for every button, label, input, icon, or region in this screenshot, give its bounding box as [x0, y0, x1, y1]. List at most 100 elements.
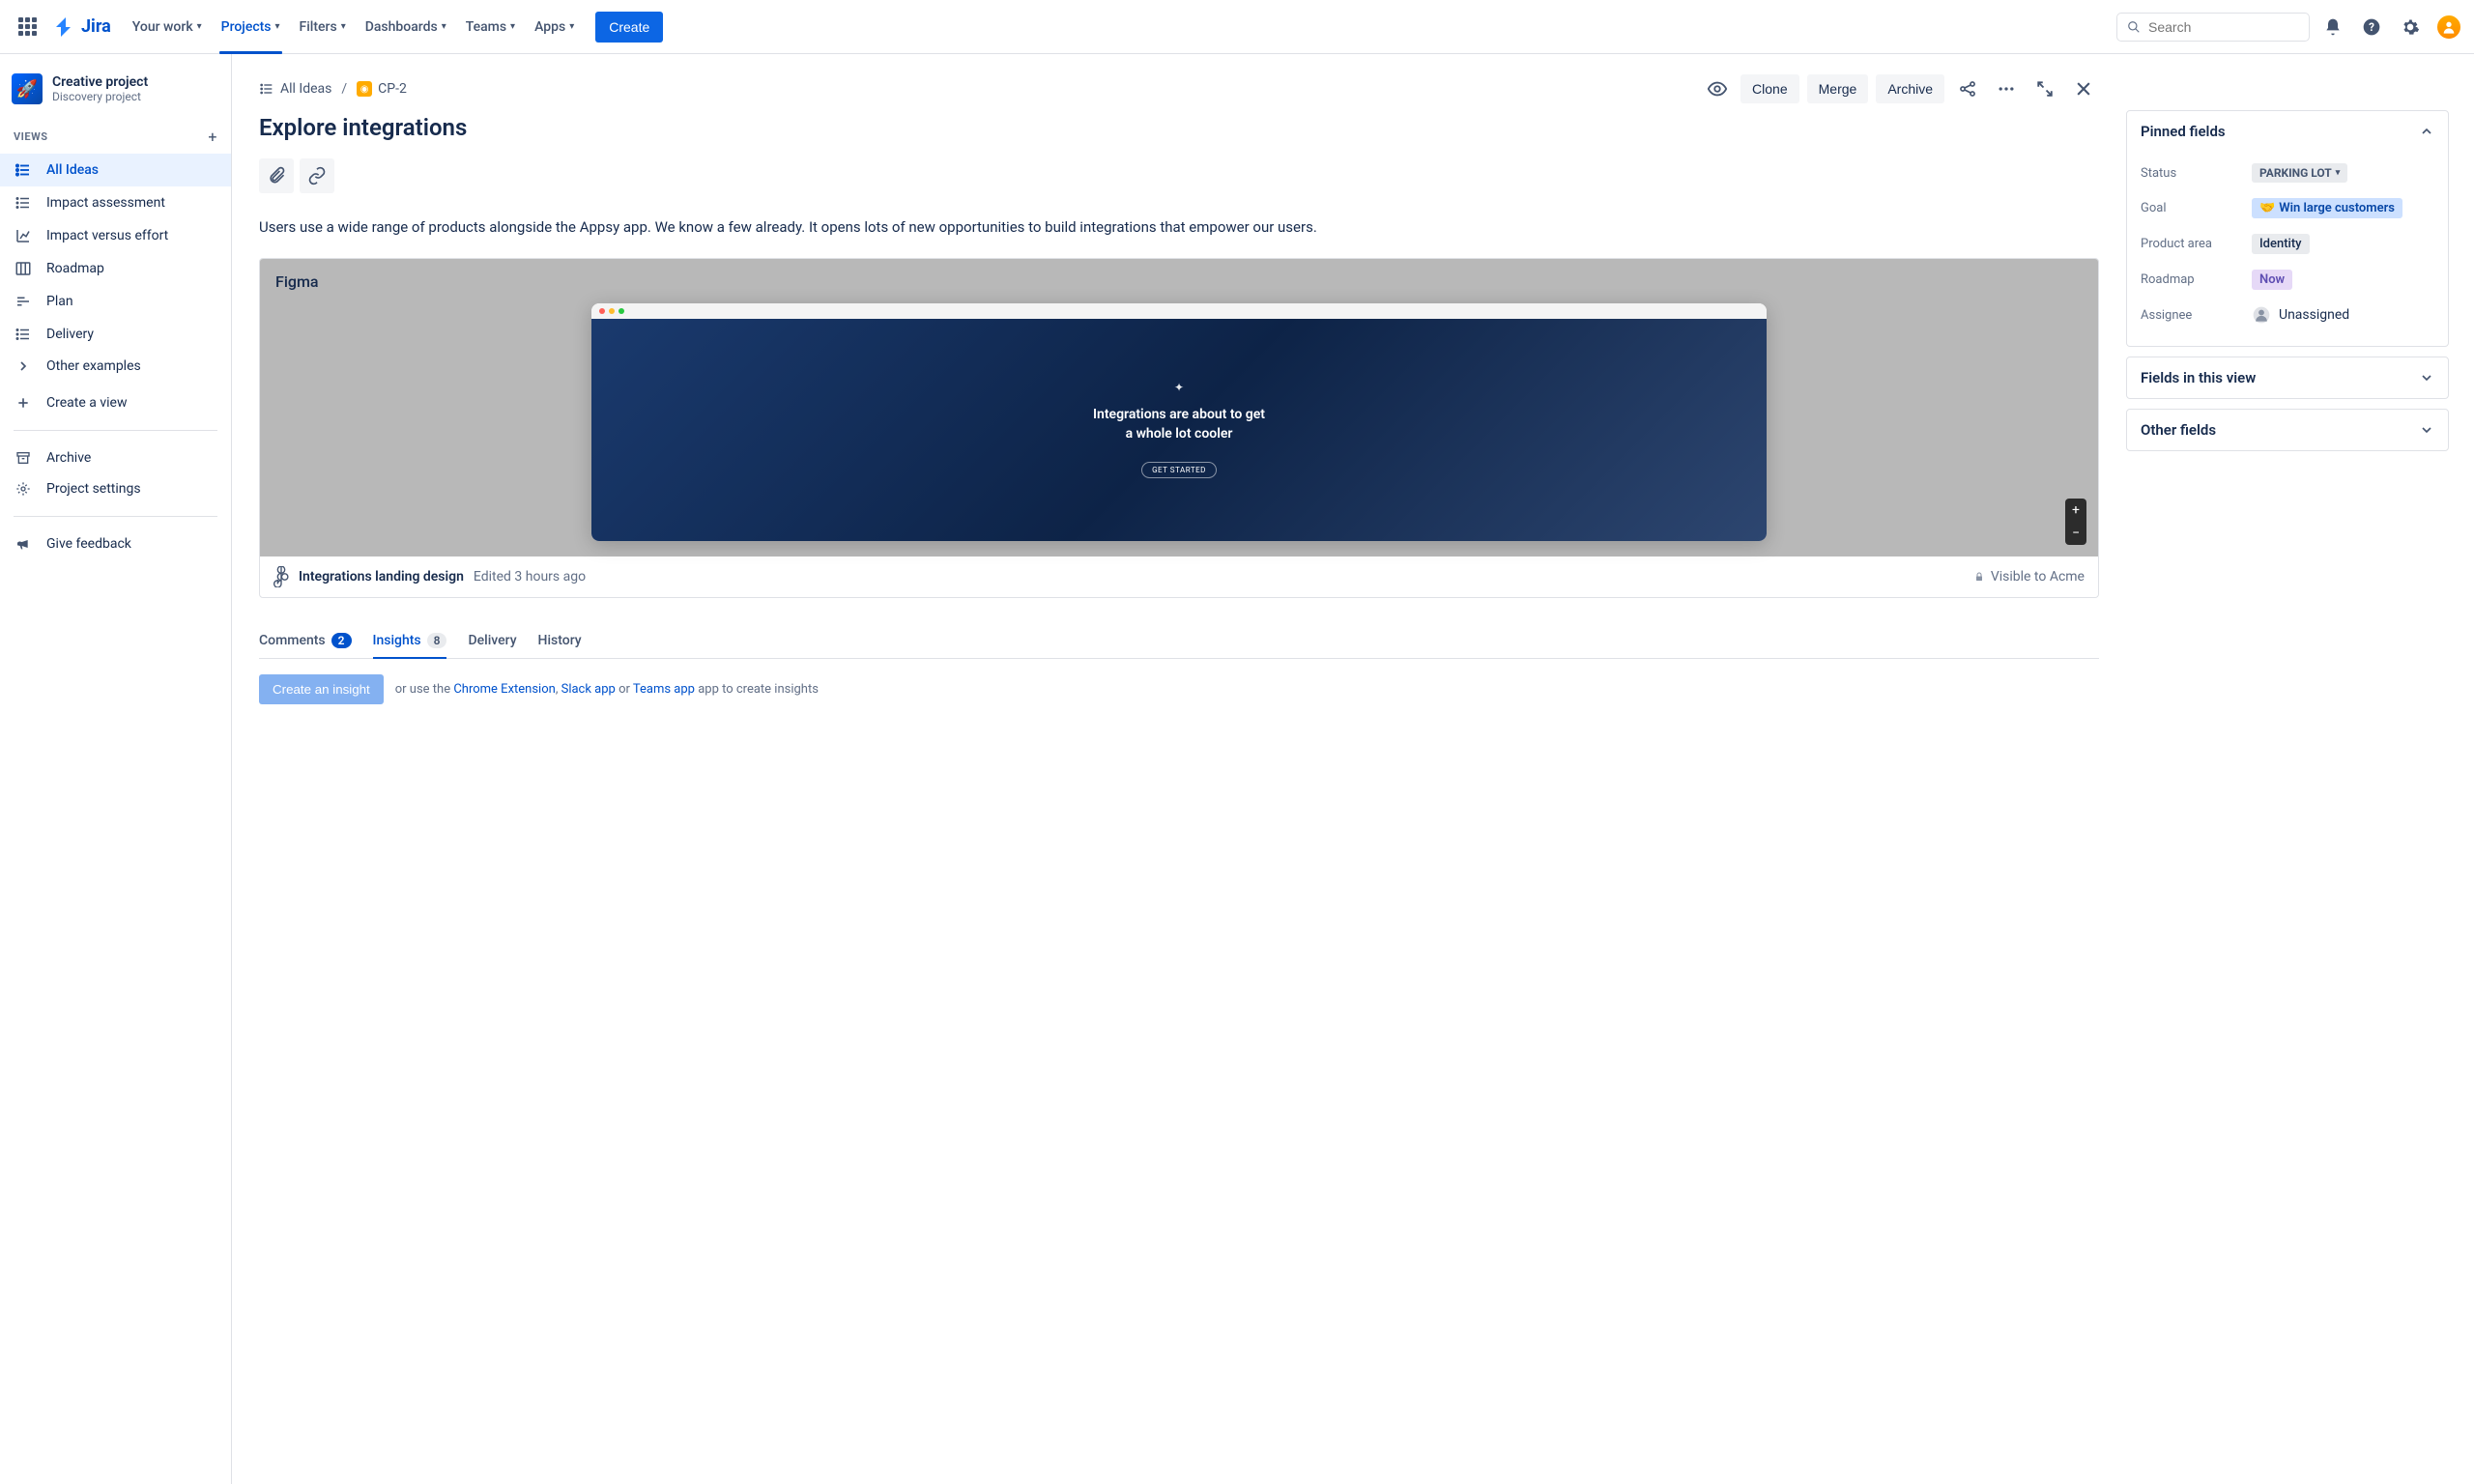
- zoom-out-button[interactable]: −: [2065, 522, 2086, 545]
- search-box[interactable]: [2116, 13, 2310, 42]
- watch-icon[interactable]: [1702, 73, 1733, 104]
- search-icon: [2127, 19, 2141, 35]
- tab-comments[interactable]: Comments 2: [259, 625, 352, 658]
- hero-line2: a whole lot cooler: [1126, 425, 1233, 444]
- chevron-down-icon: ▾: [442, 21, 446, 32]
- area-label: Product area: [2141, 237, 2252, 251]
- add-view-icon[interactable]: +: [208, 128, 217, 146]
- chart-icon: [14, 227, 33, 244]
- help-icon[interactable]: ?: [2356, 12, 2387, 43]
- project-header[interactable]: 🚀 Creative project Discovery project: [0, 66, 231, 120]
- chrome-extension-link[interactable]: Chrome Extension: [453, 682, 555, 697]
- sidebar-item-plan[interactable]: Plan: [0, 285, 231, 318]
- top-nav: Jira Your work▾ Projects▾ Filters▾ Dashb…: [0, 0, 2474, 54]
- app-switcher-icon[interactable]: [12, 12, 43, 43]
- close-icon[interactable]: [2068, 73, 2099, 104]
- sidebar-archive[interactable]: Archive: [0, 442, 231, 473]
- collapse-icon[interactable]: [2029, 73, 2060, 104]
- list-icon: [14, 194, 33, 212]
- other-fields-header[interactable]: Other fields: [2127, 410, 2448, 450]
- sidebar-item-label: Impact assessment: [46, 195, 165, 211]
- figma-mockup[interactable]: ✦ Integrations are about to get a whole …: [591, 303, 1767, 541]
- sidebar-create-view[interactable]: Create a view: [0, 387, 231, 418]
- figma-zoom-controls: + −: [2065, 499, 2086, 545]
- area-value[interactable]: Identity: [2252, 234, 2310, 254]
- list-icon: [14, 161, 33, 179]
- plus-icon: [14, 395, 33, 411]
- chevron-down-icon: [2419, 422, 2434, 438]
- share-icon[interactable]: [1952, 73, 1983, 104]
- sidebar-give-feedback[interactable]: Give feedback: [0, 528, 231, 559]
- chevron-down-icon: [2419, 370, 2434, 385]
- sidebar-project-settings[interactable]: Project settings: [0, 473, 231, 504]
- comments-count-badge: 2: [331, 633, 352, 648]
- board-icon: [14, 260, 33, 277]
- archive-button[interactable]: Archive: [1876, 74, 1944, 103]
- create-insight-button[interactable]: Create an insight: [259, 674, 384, 704]
- tab-delivery[interactable]: Delivery: [468, 625, 516, 658]
- figma-visibility: Visible to Acme: [1991, 569, 2085, 585]
- sidebar-item-other-examples[interactable]: Other examples: [0, 351, 231, 382]
- user-avatar[interactable]: [2435, 14, 2462, 41]
- megaphone-icon: [14, 536, 33, 552]
- sidebar-item-label: Give feedback: [46, 536, 131, 552]
- assignee-value[interactable]: Unassigned: [2252, 305, 2434, 325]
- main-content: All Ideas / ◉ CP-2 Clone Merge Archive: [232, 54, 2126, 1484]
- figma-file-name[interactable]: Integrations landing design: [299, 569, 464, 585]
- tab-insights[interactable]: Insights 8: [373, 625, 447, 658]
- goal-label: Goal: [2141, 201, 2252, 215]
- jira-logo[interactable]: Jira: [54, 15, 111, 39]
- tab-history[interactable]: History: [538, 625, 582, 658]
- issue-title[interactable]: Explore integrations: [259, 114, 2099, 141]
- nav-teams[interactable]: Teams▾: [456, 0, 525, 54]
- figma-embed: Figma ✦ Integrations are about to get a …: [259, 258, 2099, 598]
- hero-line1: Integrations are about to get: [1093, 406, 1265, 425]
- attach-file-button[interactable]: [259, 158, 294, 193]
- project-icon: 🚀: [12, 73, 43, 104]
- sidebar-item-delivery[interactable]: Delivery: [0, 318, 231, 351]
- chevron-down-icon: ▾: [341, 21, 346, 32]
- goal-value[interactable]: 🤝 Win large customers: [2252, 198, 2402, 218]
- sidebar-item-roadmap[interactable]: Roadmap: [0, 252, 231, 285]
- teams-app-link[interactable]: Teams app: [633, 682, 695, 697]
- chevron-down-icon: ▾: [569, 21, 574, 32]
- list-icon: [14, 326, 33, 343]
- notifications-icon[interactable]: [2317, 12, 2348, 43]
- settings-icon[interactable]: [2395, 12, 2426, 43]
- sidebar-item-impact-effort[interactable]: Impact versus effort: [0, 219, 231, 252]
- breadcrumb-all-ideas[interactable]: All Ideas: [259, 81, 331, 97]
- nav-projects[interactable]: Projects▾: [212, 0, 290, 54]
- roadmap-value[interactable]: Now: [2252, 270, 2292, 290]
- clone-button[interactable]: Clone: [1740, 74, 1799, 103]
- slack-app-link[interactable]: Slack app: [561, 682, 616, 697]
- chevron-down-icon: ▾: [510, 21, 515, 32]
- search-input[interactable]: [2148, 19, 2299, 35]
- chevron-down-icon: ▾: [197, 21, 202, 32]
- chevron-up-icon: [2419, 124, 2434, 139]
- sidebar-item-label: Plan: [46, 294, 73, 309]
- more-icon[interactable]: [1991, 73, 2022, 104]
- fields-in-view-header[interactable]: Fields in this view: [2127, 357, 2448, 398]
- status-value[interactable]: PARKING LOT ▾: [2252, 163, 2347, 183]
- nav-dashboards[interactable]: Dashboards▾: [356, 0, 456, 54]
- nav-filters[interactable]: Filters▾: [290, 0, 356, 54]
- gear-icon: [14, 481, 33, 497]
- breadcrumb-issue-key[interactable]: ◉ CP-2: [357, 81, 407, 97]
- nav-apps[interactable]: Apps▾: [525, 0, 584, 54]
- pinned-fields-header[interactable]: Pinned fields: [2127, 111, 2448, 152]
- timeline-icon: [14, 293, 33, 310]
- create-button[interactable]: Create: [595, 12, 663, 43]
- archive-icon: [14, 450, 33, 466]
- insights-count-badge: 8: [427, 633, 447, 648]
- zoom-in-button[interactable]: +: [2065, 499, 2086, 522]
- sidebar-item-impact-assessment[interactable]: Impact assessment: [0, 186, 231, 219]
- svg-text:?: ?: [2369, 20, 2374, 34]
- nav-your-work[interactable]: Your work▾: [123, 0, 212, 54]
- sidebar-item-all-ideas[interactable]: All Ideas: [0, 154, 231, 186]
- issue-description[interactable]: Users use a wide range of products along…: [259, 216, 2099, 239]
- hero-cta: GET STARTED: [1141, 462, 1217, 478]
- attach-link-button[interactable]: [300, 158, 334, 193]
- lock-icon: [1973, 571, 1985, 583]
- insight-hint: or use the Chrome Extension, Slack app o…: [395, 682, 819, 697]
- merge-button[interactable]: Merge: [1807, 74, 1869, 103]
